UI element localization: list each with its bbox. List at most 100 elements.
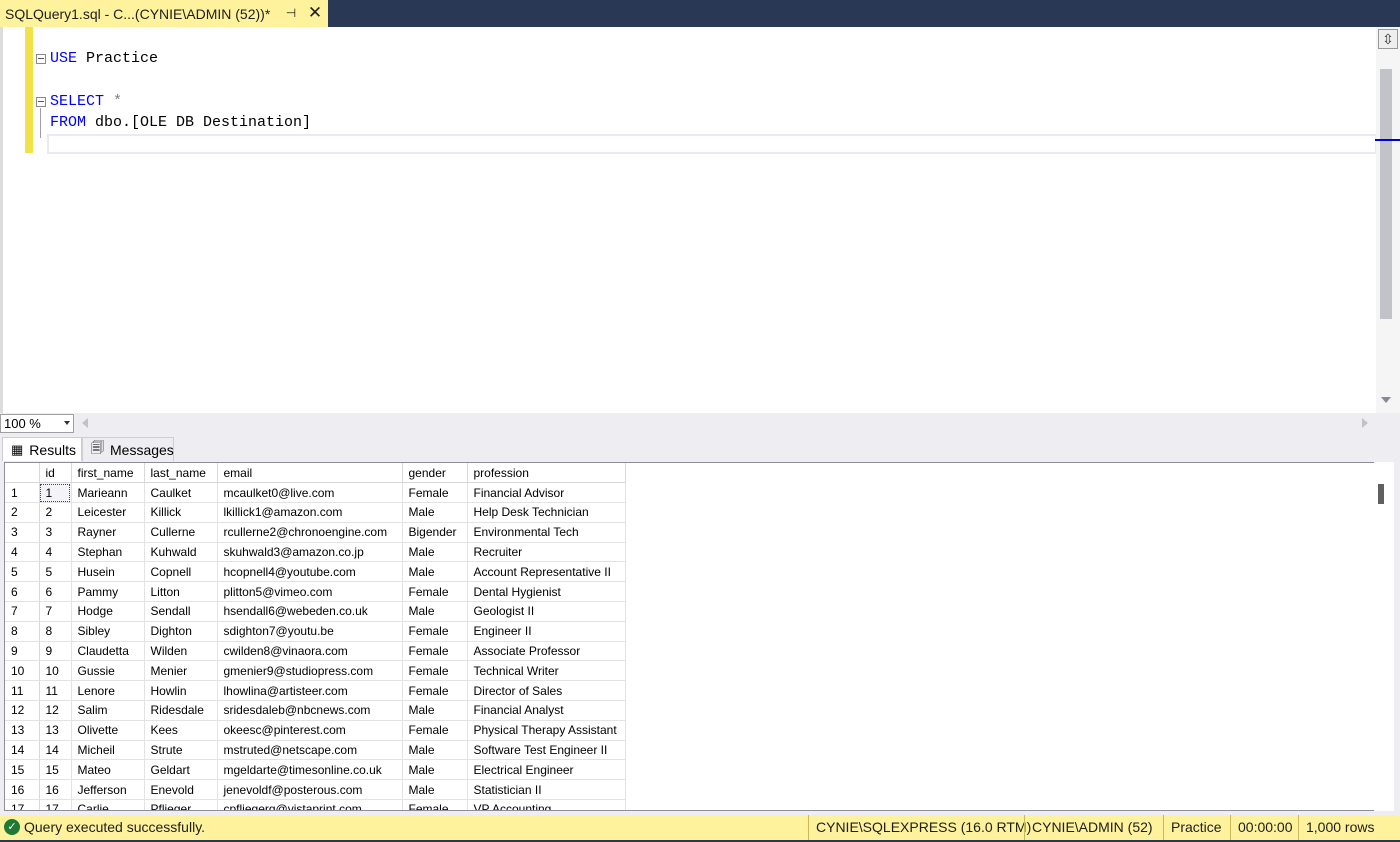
- grid-cell[interactable]: Financial Advisor: [467, 482, 626, 504]
- column-header[interactable]: id: [39, 463, 72, 484]
- column-header[interactable]: profession: [467, 463, 626, 484]
- tab-results[interactable]: ▦ Results: [2, 437, 82, 461]
- grid-cell[interactable]: Female: [402, 581, 468, 603]
- grid-cell[interactable]: 4: [39, 542, 72, 563]
- table-row[interactable]: 12 12 Salim Ridesdale sridesdaleb@nbcnews.co…: [5, 700, 626, 721]
- row-number[interactable]: 10: [5, 660, 40, 682]
- row-number[interactable]: 8: [5, 621, 40, 642]
- grid-cell[interactable]: Male: [402, 740, 468, 761]
- grid-cell[interactable]: Lenore: [71, 680, 145, 702]
- collapse-icon[interactable]: [36, 97, 46, 107]
- grid-cell[interactable]: Male: [402, 779, 468, 801]
- column-header[interactable]: email: [217, 463, 403, 484]
- collapse-icon[interactable]: [36, 54, 46, 64]
- grid-cell[interactable]: VP Accounting: [467, 799, 626, 810]
- grid-cell[interactable]: 1: [39, 482, 72, 504]
- grid-cell[interactable]: Bigender: [402, 522, 468, 543]
- column-header[interactable]: first_name: [71, 463, 145, 484]
- row-number[interactable]: 15: [5, 759, 40, 781]
- grid-cell[interactable]: Male: [402, 700, 468, 721]
- table-row[interactable]: 5 5 Husein Copnell hcopnell4@youtube.com Male…: [5, 561, 626, 583]
- zoom-dropdown[interactable]: 100 %: [0, 414, 74, 433]
- row-number[interactable]: 16: [5, 779, 40, 801]
- grid-cell[interactable]: 8: [39, 621, 72, 642]
- table-row[interactable]: 15 15 Mateo Geldart mgeldarte@timesonline.co…: [5, 759, 626, 781]
- table-row[interactable]: 7 7 Hodge Sendall hsendall6@webeden.co.uk Mal…: [5, 601, 626, 622]
- grid-cell[interactable]: Software Test Engineer II: [467, 740, 626, 761]
- table-row[interactable]: 17 17 Carlie Pflieger cpfliegerg@vistaprint.…: [5, 799, 626, 810]
- editor-scroll-thumb[interactable]: [1380, 69, 1392, 319]
- grid-cell[interactable]: sdighton7@youtu.be: [217, 621, 403, 642]
- table-row[interactable]: 9 9 Claudetta Wilden cwilden8@vinaora.com Fem…: [5, 641, 626, 662]
- grid-cell[interactable]: skuhwald3@amazon.co.jp: [217, 542, 403, 563]
- grid-cell[interactable]: 9: [39, 641, 72, 662]
- scroll-right-icon[interactable]: [1362, 418, 1368, 428]
- grid-cell[interactable]: Killick: [144, 502, 218, 523]
- grid-cell[interactable]: mcaulket0@live.com: [217, 482, 403, 504]
- grid-cell[interactable]: Male: [402, 759, 468, 781]
- grid-cell[interactable]: rcullerne2@chronoengine.com: [217, 522, 403, 543]
- grid-cell[interactable]: Geldart: [144, 759, 218, 781]
- grid-cell[interactable]: Associate Professor: [467, 641, 626, 662]
- grid-cell[interactable]: mstruted@netscape.com: [217, 740, 403, 761]
- grid-cell[interactable]: Pammy: [71, 581, 145, 603]
- grid-cell[interactable]: Stephan: [71, 542, 145, 563]
- grid-cell[interactable]: 13: [39, 720, 72, 741]
- row-number[interactable]: 6: [5, 581, 40, 603]
- table-row[interactable]: 16 16 Jefferson Enevold jenevoldf@posterous.…: [5, 779, 626, 801]
- grid-cell[interactable]: 10: [39, 660, 72, 682]
- row-number[interactable]: 5: [5, 561, 40, 583]
- grid-cell[interactable]: sridesdaleb@nbcnews.com: [217, 700, 403, 721]
- grid-cell[interactable]: Female: [402, 660, 468, 682]
- grid-cell[interactable]: Salim: [71, 700, 145, 721]
- grid-cell[interactable]: lkillick1@amazon.com: [217, 502, 403, 523]
- grid-cell[interactable]: Electrical Engineer: [467, 759, 626, 781]
- grid-cell[interactable]: Account Representative II: [467, 561, 626, 583]
- grid-cell[interactable]: jenevoldf@posterous.com: [217, 779, 403, 801]
- table-row[interactable]: 14 14 Micheil Strute mstruted@netscape.com Ma…: [5, 740, 626, 761]
- grid-cell[interactable]: Gussie: [71, 660, 145, 682]
- row-number[interactable]: 14: [5, 740, 40, 761]
- grid-cell[interactable]: okeesc@pinterest.com: [217, 720, 403, 741]
- grid-cell[interactable]: plitton5@vimeo.com: [217, 581, 403, 603]
- table-row[interactable]: 13 13 Olivette Kees okeesc@pinterest.com Fema…: [5, 720, 626, 741]
- row-number[interactable]: 17: [5, 799, 40, 810]
- grid-cell[interactable]: Litton: [144, 581, 218, 603]
- grid-cell[interactable]: Dental Hygienist: [467, 581, 626, 603]
- grid-cell[interactable]: Male: [402, 561, 468, 583]
- grid-cell[interactable]: Claudetta: [71, 641, 145, 662]
- grid-cell[interactable]: Leicester: [71, 502, 145, 523]
- table-row[interactable]: 6 6 Pammy Litton plitton5@vimeo.com Female Den…: [5, 581, 626, 603]
- grid-cell[interactable]: Technical Writer: [467, 660, 626, 682]
- grid-cell[interactable]: 17: [39, 799, 72, 810]
- grid-cell[interactable]: Physical Therapy Assistant: [467, 720, 626, 741]
- grid-cell[interactable]: Female: [402, 720, 468, 741]
- table-row[interactable]: 11 11 Lenore Howlin lhowlina@artisteer.com Fe…: [5, 680, 626, 702]
- grid-cell[interactable]: 11: [39, 680, 72, 702]
- grid-cell[interactable]: 5: [39, 561, 72, 583]
- grid-cell[interactable]: Recruiter: [467, 542, 626, 563]
- grid-cell[interactable]: Sendall: [144, 601, 218, 622]
- results-grid[interactable]: id first_name last_name email gender pro…: [4, 462, 1394, 811]
- grid-cell[interactable]: Statistician II: [467, 779, 626, 801]
- grid-cell[interactable]: Environmental Tech: [467, 522, 626, 543]
- grid-cell[interactable]: gmenier9@studiopress.com: [217, 660, 403, 682]
- grid-cell[interactable]: 6: [39, 581, 72, 603]
- results-scroll-thumb[interactable]: [1378, 484, 1384, 504]
- pin-icon[interactable]: ⊣: [284, 6, 298, 20]
- grid-cell[interactable]: cpfliegerg@vistaprint.com: [217, 799, 403, 810]
- grid-cell[interactable]: Director of Sales: [467, 680, 626, 702]
- grid-cell[interactable]: Male: [402, 502, 468, 523]
- row-number[interactable]: 1: [5, 482, 40, 504]
- grid-cell[interactable]: Husein: [71, 561, 145, 583]
- grid-cell[interactable]: Carlie: [71, 799, 145, 810]
- query-document-tab[interactable]: SQLQuery1.sql - C...(CYNIE\ADMIN (52))* …: [0, 0, 328, 27]
- grid-cell[interactable]: Menier: [144, 660, 218, 682]
- row-number[interactable]: 11: [5, 680, 40, 702]
- grid-cell[interactable]: hcopnell4@youtube.com: [217, 561, 403, 583]
- results-vertical-scrollbar[interactable]: [1374, 462, 1394, 811]
- grid-cell[interactable]: Engineer II: [467, 621, 626, 642]
- row-number[interactable]: 13: [5, 720, 40, 741]
- grid-cell[interactable]: Wilden: [144, 641, 218, 662]
- row-number[interactable]: 7: [5, 601, 40, 622]
